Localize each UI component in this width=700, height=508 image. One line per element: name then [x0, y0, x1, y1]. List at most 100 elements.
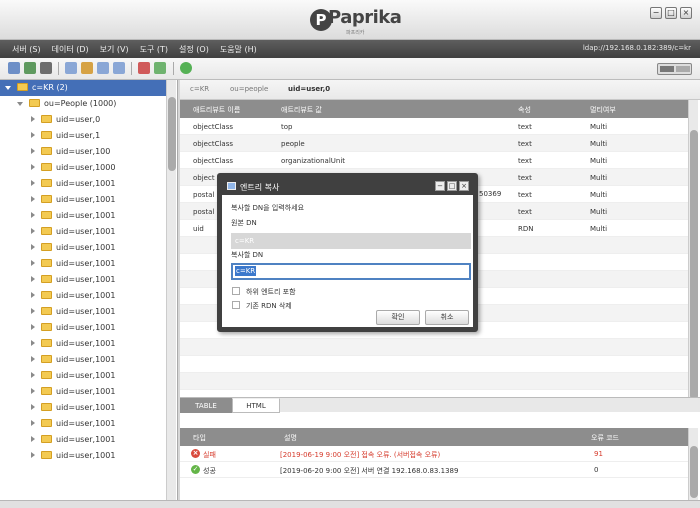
- tree-user-label: uid=user,1001: [56, 387, 116, 396]
- delete-entry-icon[interactable]: [97, 62, 109, 74]
- tree-user-row[interactable]: uid=user,1001: [0, 224, 115, 240]
- maximize-button[interactable]: □: [665, 7, 677, 19]
- tree-user-row[interactable]: uid=user,1001: [0, 288, 115, 304]
- target-dn-value: c=KR: [235, 266, 257, 276]
- minimize-button[interactable]: −: [650, 7, 662, 19]
- log-vertical-scrollbar[interactable]: [688, 428, 698, 500]
- tree-user-label: uid=user,1001: [56, 275, 116, 284]
- attribute-name: objectClass: [193, 140, 233, 148]
- attribute-name: object: [193, 174, 215, 182]
- tree-root-row[interactable]: c=KR (2): [0, 80, 166, 96]
- log-error-code: 91: [594, 450, 603, 458]
- menu-settings[interactable]: 설정 (O): [179, 44, 209, 55]
- tree-user-row[interactable]: uid=user,1001: [0, 448, 115, 464]
- edit-icon[interactable]: [8, 62, 20, 74]
- attribute-multi: Multi: [590, 191, 608, 199]
- dialog-close-button[interactable]: ×: [459, 181, 469, 191]
- cancel-button[interactable]: 취소: [425, 310, 469, 325]
- folder-icon: [41, 275, 52, 283]
- attribute-multi: Multi: [590, 123, 608, 131]
- column-attribute-value: 애트리뷰트 값: [281, 106, 322, 114]
- tree-user-row[interactable]: uid=user,1001: [0, 416, 115, 432]
- folder-icon: [41, 243, 52, 251]
- menu-view[interactable]: 보기 (V): [100, 44, 129, 55]
- column-multi: 멀티여부: [590, 106, 616, 114]
- target-dn-label: 복사할 DN: [231, 251, 264, 259]
- log-row-fail[interactable]: × 실패 [2019-06-19 9:00 오전] 접속 오류. (서버접속 오…: [180, 446, 688, 462]
- source-dn-label: 원본 DN: [231, 219, 257, 227]
- breadcrumb-item[interactable]: ou=people: [230, 85, 268, 93]
- tree-user-row[interactable]: uid=user,100: [0, 144, 110, 160]
- include-children-checkbox[interactable]: [232, 287, 240, 295]
- tree-user-row[interactable]: uid=user,1001: [0, 256, 115, 272]
- tree-user-row[interactable]: uid=user,1001: [0, 192, 115, 208]
- folder-icon: [41, 435, 52, 443]
- tree-user-row[interactable]: uid=user,1001: [0, 304, 115, 320]
- tab-html[interactable]: HTML: [232, 398, 280, 413]
- folder-icon: [41, 163, 52, 171]
- copy-entry-icon[interactable]: [113, 62, 125, 74]
- connect-icon[interactable]: [24, 62, 36, 74]
- tree-user-label: uid=user,0: [56, 115, 101, 124]
- tree-user-row[interactable]: uid=user,1001: [0, 320, 115, 336]
- close-button[interactable]: ×: [680, 7, 692, 19]
- edit-entry-icon[interactable]: [81, 62, 93, 74]
- ok-button[interactable]: 확인: [376, 310, 420, 325]
- column-log-description: 설명: [284, 434, 297, 442]
- tree-user-row[interactable]: uid=user,1001: [0, 176, 115, 192]
- tree-user-label: uid=user,1001: [56, 179, 116, 188]
- attribute-row[interactable]: objectClass people text Multi: [180, 135, 688, 152]
- menu-server[interactable]: 서버 (S): [12, 44, 41, 55]
- attribute-type: text: [518, 191, 532, 199]
- import-icon[interactable]: [138, 62, 150, 74]
- column-error-code: 오류 코드: [591, 434, 619, 442]
- tree-user-row[interactable]: uid=user,1001: [0, 384, 115, 400]
- tree-user-label: uid=user,1001: [56, 243, 116, 252]
- log-description: [2019-06-19 9:00 오전] 접속 오류. (서버접속 오류): [280, 451, 441, 459]
- tree-user-row[interactable]: uid=user,0: [0, 112, 100, 128]
- attribute-name: postal: [193, 191, 215, 199]
- breadcrumb-item[interactable]: c=KR: [190, 85, 209, 93]
- table-vertical-scrollbar[interactable]: [688, 100, 698, 400]
- tree-user-row[interactable]: uid=user,1001: [0, 336, 115, 352]
- log-table-header: 타입 설명 오류 코드: [180, 428, 688, 446]
- refresh-icon[interactable]: [180, 62, 192, 74]
- tree-panel: c=KR (2) ou=People (1000) uid=user,0 uid=…: [0, 80, 178, 500]
- horizontal-scrollbar[interactable]: [0, 500, 700, 508]
- tree-vertical-scrollbar[interactable]: [166, 80, 176, 500]
- tab-table[interactable]: TABLE: [180, 398, 232, 413]
- tree-user-row[interactable]: uid=user,1001: [0, 352, 115, 368]
- menu-tools[interactable]: 도구 (T): [140, 44, 168, 55]
- search-icon[interactable]: [40, 62, 52, 74]
- tree-user-row[interactable]: uid=user,1: [0, 128, 100, 144]
- menu-help[interactable]: 도움말 (H): [220, 44, 257, 55]
- log-type: 실패: [203, 451, 216, 459]
- attribute-row[interactable]: objectClass organizationalUnit text Multi: [180, 152, 688, 169]
- folder-icon: [41, 115, 52, 123]
- folder-icon: [41, 323, 52, 331]
- tree-user-row[interactable]: uid=user,1001: [0, 272, 115, 288]
- tree-user-label: uid=user,1001: [56, 195, 116, 204]
- export-icon[interactable]: [154, 62, 166, 74]
- folder-icon: [41, 403, 52, 411]
- tree-user-label: uid=user,1001: [56, 227, 116, 236]
- delete-rdn-checkbox[interactable]: [232, 301, 240, 309]
- tree-user-row[interactable]: uid=user,1000: [0, 160, 115, 176]
- tree-user-row[interactable]: uid=user,1001: [0, 400, 115, 416]
- menu-data[interactable]: 데이터 (D): [52, 44, 89, 55]
- dialog-maximize-button[interactable]: □: [447, 181, 457, 191]
- dialog-minimize-button[interactable]: −: [435, 181, 445, 191]
- folder-icon: [41, 387, 52, 395]
- logo-subtext: 파프리카: [346, 30, 365, 36]
- attribute-row[interactable]: objectClass top text Multi: [180, 118, 688, 135]
- add-entry-icon[interactable]: [65, 62, 77, 74]
- tree-user-row[interactable]: uid=user,1001: [0, 208, 115, 224]
- view-toggle[interactable]: [657, 63, 692, 75]
- tree-user-row[interactable]: uid=user,1001: [0, 368, 115, 384]
- tree-ou-row[interactable]: ou=People (1000): [0, 96, 116, 112]
- attribute-name: uid: [193, 225, 204, 233]
- tree-user-row[interactable]: uid=user,1001: [0, 432, 115, 448]
- target-dn-input[interactable]: c=KR: [231, 263, 471, 280]
- tree-user-row[interactable]: uid=user,1001: [0, 240, 115, 256]
- log-row-success[interactable]: ✓ 성공 [2019-06-20 9:00 오전] 서버 연결 192.168.…: [180, 462, 688, 478]
